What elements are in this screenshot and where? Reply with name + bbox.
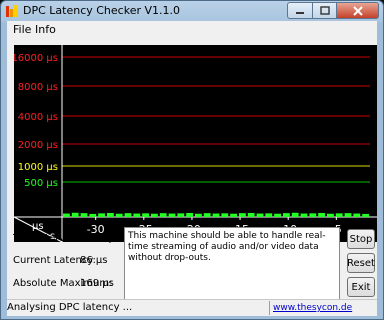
stop-button[interactable]: Stop bbox=[347, 229, 375, 249]
status-separator bbox=[269, 301, 270, 315]
latency-bar bbox=[142, 213, 149, 217]
y-tick-label: 2000 µs bbox=[18, 140, 58, 151]
corner-y-unit: µs bbox=[32, 221, 44, 232]
latency-bar bbox=[327, 213, 334, 217]
latency-bar bbox=[159, 213, 167, 217]
test-interval-label: Test Interval: bbox=[13, 233, 78, 244]
y-tick-label: 8000 µs bbox=[18, 82, 58, 93]
latency-bar bbox=[265, 213, 273, 217]
latency-bar bbox=[98, 213, 105, 217]
title-bar[interactable]: DPC Latency Checker V1.1.0 bbox=[1, 1, 383, 21]
latency-bar bbox=[221, 213, 229, 217]
y-tick-label: 1000 µs bbox=[18, 162, 58, 173]
window-title: DPC Latency Checker V1.1.0 bbox=[23, 4, 181, 17]
latency-bar bbox=[344, 213, 352, 217]
latency-bar bbox=[89, 213, 97, 217]
status-bar: Analysing DPC latency ... www.thesycon.d… bbox=[7, 299, 377, 316]
status-message: This machine should be able to handle re… bbox=[124, 227, 340, 302]
latency-bar bbox=[133, 213, 141, 217]
latency-bar bbox=[353, 213, 361, 217]
absolute-maximum-value: 169 µs bbox=[80, 278, 114, 289]
exit-button[interactable]: Exit bbox=[347, 277, 375, 297]
app-icon bbox=[6, 5, 17, 17]
latency-bar bbox=[300, 213, 308, 217]
minimize-icon bbox=[296, 11, 304, 14]
latency-bar bbox=[274, 213, 281, 217]
latency-bar bbox=[318, 212, 325, 217]
latency-bar bbox=[71, 212, 79, 217]
y-tick-label: 16000 µs bbox=[14, 53, 58, 64]
latency-bar bbox=[335, 213, 343, 217]
window-controls bbox=[287, 2, 379, 19]
latency-chart: 16000 µs 8000 µs 4000 µs 2000 µs 1000 µs 500 … bbox=[14, 45, 377, 242]
close-icon bbox=[352, 5, 363, 16]
close-button[interactable] bbox=[337, 2, 379, 19]
latency-bar bbox=[291, 212, 299, 217]
latency-bar bbox=[168, 213, 176, 217]
latency-bar bbox=[239, 213, 246, 217]
latency-bar bbox=[309, 213, 317, 217]
latency-bar bbox=[247, 212, 255, 217]
menu-info[interactable]: Info bbox=[35, 23, 56, 36]
latency-bar bbox=[362, 213, 369, 217]
latency-bar bbox=[230, 213, 237, 217]
y-tick-label: 500 µs bbox=[24, 178, 58, 189]
latency-bar bbox=[186, 212, 193, 217]
current-latency-value: 86 µs bbox=[80, 255, 108, 266]
app-window: DPC Latency Checker V1.1.0 File Info 160… bbox=[0, 0, 384, 320]
reset-button[interactable]: Reset bbox=[347, 253, 375, 273]
latency-chart-svg: 16000 µs 8000 µs 4000 µs 2000 µs 1000 µs 500 … bbox=[14, 45, 377, 242]
client-area: File Info 16000 µs 8000 µs 4000 µs 2000 µs 1… bbox=[7, 21, 377, 315]
latency-bar bbox=[80, 213, 88, 217]
latency-bar bbox=[115, 213, 123, 217]
maximize-icon bbox=[319, 6, 330, 15]
website-link[interactable]: www.thesycon.de bbox=[273, 303, 352, 313]
y-tick-label: 4000 µs bbox=[18, 112, 58, 123]
status-text: Analysing DPC latency ... bbox=[7, 302, 133, 313]
latency-bar bbox=[212, 213, 220, 217]
latency-bar bbox=[177, 213, 185, 217]
latency-bar bbox=[256, 213, 264, 217]
latency-bar bbox=[124, 213, 132, 217]
latency-bar bbox=[151, 213, 158, 217]
test-interval-value: 1000 µs bbox=[80, 233, 121, 244]
menu-bar: File Info bbox=[7, 21, 377, 39]
minimize-button[interactable] bbox=[287, 2, 313, 19]
latency-bar bbox=[283, 213, 290, 217]
latency-bar bbox=[203, 213, 211, 217]
latency-bar bbox=[107, 212, 114, 217]
latency-bar bbox=[195, 213, 202, 217]
maximize-button[interactable] bbox=[313, 2, 337, 19]
menu-file[interactable]: File bbox=[13, 23, 31, 36]
latency-bar bbox=[63, 213, 70, 217]
